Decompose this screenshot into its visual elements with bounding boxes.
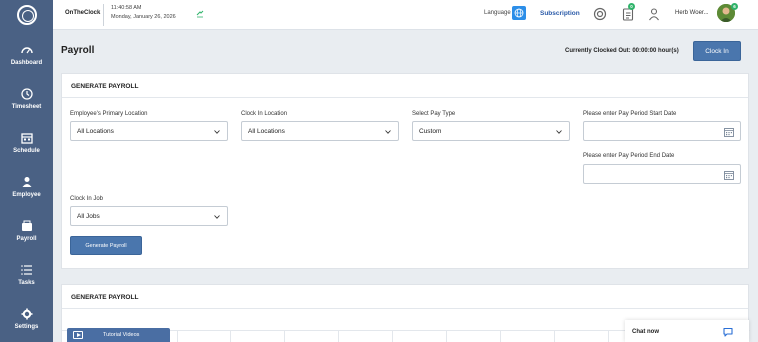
job-label: Clock In Job — [70, 196, 104, 202]
company-name: OnTheClock — [65, 10, 101, 16]
chat-icon — [723, 327, 733, 337]
sidebar-item-label: Tasks — [18, 280, 35, 286]
divider — [103, 4, 104, 26]
notifications-badge: 0 — [628, 3, 635, 10]
refresh-icon[interactable] — [196, 10, 204, 18]
sidebar-item-employee[interactable]: Employee — [0, 167, 53, 207]
column-divider — [446, 331, 447, 342]
user-icon — [22, 177, 31, 187]
sidebar-item-timesheet[interactable]: Timesheet — [0, 79, 53, 119]
column-divider — [608, 331, 609, 342]
column-divider — [554, 331, 555, 342]
current-time: 11:40:58 AM — [111, 5, 142, 11]
end-date-input[interactable] — [583, 164, 741, 184]
user-badge: 6 — [731, 3, 738, 10]
tutorial-label: Tutorial Videos — [103, 332, 140, 338]
sidebar: Dashboard Timesheet Schedule Employee Pa… — [0, 0, 53, 342]
gear-icon — [21, 308, 32, 320]
person-icon[interactable] — [647, 7, 661, 21]
card-title: GENERATE PAYROLL — [62, 285, 748, 309]
start-date-input[interactable] — [583, 121, 741, 141]
lifebuoy-icon[interactable] — [593, 7, 607, 21]
job-select[interactable]: All Jobs — [70, 206, 228, 226]
clock-in-button[interactable]: Clock In — [693, 41, 741, 61]
column-divider — [177, 331, 178, 342]
calendar-icon — [20, 133, 33, 144]
calendar-icon[interactable] — [724, 127, 734, 137]
generate-payroll-button[interactable]: Generate Payroll — [70, 236, 142, 255]
sidebar-item-label: Schedule — [13, 148, 40, 154]
column-divider — [392, 331, 393, 342]
select-value: All Locations — [248, 128, 285, 135]
page-title: Payroll — [61, 45, 95, 56]
end-date-label: Please enter Pay Period End Date — [583, 153, 675, 159]
wallet-icon — [21, 220, 32, 231]
select-value: Custom — [419, 128, 442, 135]
primary-location-label: Employee's Primary Location — [70, 111, 148, 117]
video-icon — [73, 331, 83, 339]
calendar-icon[interactable] — [724, 170, 734, 180]
sidebar-item-label: Timesheet — [11, 104, 42, 110]
generate-payroll-card: GENERATE PAYROLL Employee's Primary Loca… — [61, 73, 749, 269]
clockin-location-label: Clock In Location — [241, 111, 288, 117]
sidebar-item-label: Dashboard — [10, 60, 43, 66]
sidebar-item-label: Payroll — [16, 236, 37, 242]
sidebar-item-label: Settings — [14, 324, 39, 330]
tasks-icon — [20, 265, 32, 275]
sidebar-item-tasks[interactable]: Tasks — [0, 255, 53, 295]
chevron-down-icon — [214, 215, 220, 219]
sidebar-item-label: Employee — [12, 192, 41, 198]
column-divider — [500, 331, 501, 342]
tutorial-videos-button[interactable]: Tutorial Videos — [67, 328, 170, 342]
primary-location-select[interactable]: All Locations — [70, 121, 228, 141]
select-value: All Jobs — [77, 213, 100, 220]
pay-type-select[interactable]: Custom — [412, 121, 570, 141]
dashboard-icon — [20, 47, 33, 54]
clock-status: Currently Clocked Out: 00:00:00 hour(s) — [565, 48, 679, 54]
globe-icon[interactable] — [512, 6, 526, 20]
top-bar: OnTheClock 11:40:58 AM Monday, January 2… — [53, 0, 758, 30]
logo-icon — [16, 5, 37, 25]
sidebar-item-settings[interactable]: Settings — [0, 299, 53, 339]
column-divider — [230, 331, 231, 342]
sidebar-item-payroll[interactable]: Payroll — [0, 211, 53, 251]
chevron-down-icon — [385, 130, 391, 134]
column-divider — [338, 331, 339, 342]
column-divider — [284, 331, 285, 342]
subscription-link[interactable]: Subscription — [540, 10, 580, 17]
pay-type-label: Select Pay Type — [412, 111, 456, 117]
card-title: GENERATE PAYROLL — [62, 74, 748, 98]
chat-label: Chat now — [632, 329, 659, 335]
sidebar-item-dashboard[interactable]: Dashboard — [0, 35, 53, 75]
chat-widget[interactable]: Chat now — [625, 320, 749, 342]
select-value: All Locations — [77, 128, 114, 135]
username[interactable]: Herb Woer... — [675, 10, 709, 16]
chevron-down-icon — [556, 130, 562, 134]
clock-icon — [20, 88, 33, 100]
current-date: Monday, January 26, 2026 — [111, 14, 176, 20]
chevron-down-icon — [214, 130, 220, 134]
language-label: Language — [484, 10, 511, 16]
sidebar-item-schedule[interactable]: Schedule — [0, 123, 53, 163]
clockin-location-select[interactable]: All Locations — [241, 121, 399, 141]
start-date-label: Please enter Pay Period Start Date — [583, 111, 677, 117]
logo[interactable] — [0, 0, 53, 30]
